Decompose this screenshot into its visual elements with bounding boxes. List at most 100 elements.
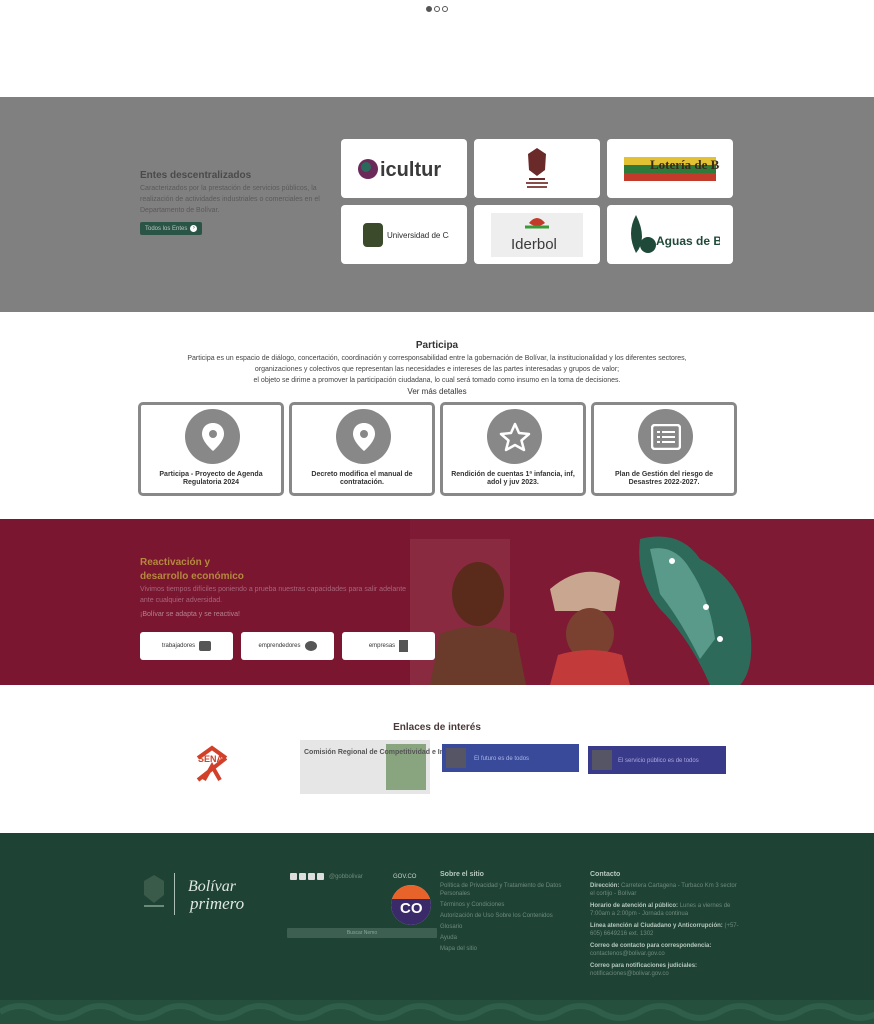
carousel-dot-3[interactable] bbox=[442, 6, 448, 12]
contact-row: Correo para notificaciones judiciales: n… bbox=[590, 962, 740, 978]
contact-row: Línea atención al Ciudadano y Anticorrup… bbox=[590, 922, 740, 938]
contact-label: Dirección: bbox=[590, 883, 620, 889]
reactivacion-title-line-1: Reactivación y bbox=[140, 557, 211, 568]
carousel-dots bbox=[426, 6, 448, 12]
empresas-button[interactable]: empresas bbox=[342, 632, 435, 660]
footer-search[interactable]: Buscar Nemo bbox=[287, 928, 437, 938]
loteria-bolivar-logo[interactable]: Lotería de Bolívar bbox=[607, 139, 733, 198]
iderbol-text: Iderbol bbox=[511, 236, 557, 253]
entes-text: Entes descentralizados Caracterizados po… bbox=[140, 170, 340, 235]
entes-logo-grid: icultur Lotería de Bolívar Universidad d bbox=[341, 139, 733, 264]
carousel-dot-2[interactable] bbox=[434, 6, 440, 12]
reactivacion-slogan: ¡Bolívar se adapta y se reactiva! bbox=[140, 611, 240, 618]
contacto-column: Contacto Dirección: Carretera Cartagena … bbox=[590, 871, 740, 982]
reactivacion-photo bbox=[410, 519, 874, 685]
sitio-link[interactable]: Autorización de Uso Sobre los Contenidos bbox=[440, 912, 580, 920]
entes-title: Entes descentralizados bbox=[140, 170, 252, 181]
building-icon bbox=[399, 640, 409, 652]
participa-card-label: Plan de Gestión del riesgo de Desastres … bbox=[614, 471, 714, 486]
entes-description: Caracterizados por la prestación de serv… bbox=[140, 185, 320, 214]
notificaciones-email[interactable]: notificaciones@bolivar.gov.co bbox=[590, 971, 669, 977]
participa-title: Participa bbox=[415, 340, 459, 351]
star-icon bbox=[487, 409, 542, 464]
all-entes-button[interactable]: Todos los Entes › bbox=[140, 222, 203, 235]
map-pin-icon bbox=[336, 409, 391, 464]
contact-label: Correo para notificaciones judiciales: bbox=[590, 963, 698, 969]
unicartagena-logo[interactable]: Universidad de Cartagena bbox=[341, 205, 467, 264]
footer-pattern bbox=[0, 1000, 874, 1024]
contacto-title: Contacto bbox=[590, 871, 621, 878]
sitio-link[interactable]: Términos y Condiciones bbox=[440, 901, 580, 909]
reactivacion-title: Reactivación y desarrollo económico bbox=[140, 556, 244, 584]
participa-card-label: Decreto modifica el manual de contrataci… bbox=[311, 471, 413, 486]
empresas-label: empresas bbox=[368, 643, 396, 649]
carousel-dot-1[interactable] bbox=[426, 6, 432, 12]
briefcase-icon bbox=[199, 641, 212, 651]
participa-card[interactable]: Participa - Proyecto de Agenda Regulator… bbox=[138, 402, 284, 496]
icultur-logo[interactable]: icultur bbox=[341, 139, 467, 198]
govco-logo[interactable]: CO bbox=[391, 885, 431, 925]
servicio-publico-logo[interactable]: El servicio público es de todos bbox=[588, 746, 726, 774]
emprendedores-label: emprendedores bbox=[258, 643, 301, 649]
reactivacion-description: Vivimos tiempos difíciles poniendo a pru… bbox=[140, 586, 407, 604]
trabajadores-label: trabajadores bbox=[161, 643, 196, 649]
enlaces-section: Enlaces de interés SENA Comisión Regiona… bbox=[0, 685, 874, 833]
escudo-bolivar-logo[interactable] bbox=[474, 139, 600, 198]
sena-text: SENA bbox=[198, 754, 224, 764]
loteria-text: Lotería de Bolívar bbox=[650, 157, 720, 172]
participa-card[interactable]: Plan de Gestión del riesgo de Desastres … bbox=[591, 402, 737, 496]
aguas-bolivar-logo[interactable]: Aguas de Bolívar bbox=[607, 205, 733, 264]
participa-card-label: Rendición de cuentas 1ª infancia, inf, a… bbox=[451, 471, 575, 486]
reactivacion-section: Reactivación y desarrollo económico Vivi… bbox=[0, 519, 874, 685]
facebook-icon[interactable] bbox=[290, 873, 297, 880]
social-handle[interactable]: @gobbolivar bbox=[329, 874, 363, 880]
iderbol-logo[interactable]: Iderbol bbox=[474, 205, 600, 264]
emprendedores-button[interactable]: emprendedores bbox=[241, 632, 334, 660]
enlaces-logos: SENA Comisión Regional de Competitividad… bbox=[196, 740, 726, 794]
futuro-de-todos-logo[interactable]: El futuro es de todos bbox=[442, 744, 579, 772]
participa-desc-line: el objeto se dirime a promover la partic… bbox=[253, 377, 621, 384]
youtube-icon[interactable] bbox=[308, 873, 315, 880]
participa-card[interactable]: Decreto modifica el manual de contrataci… bbox=[289, 402, 435, 496]
participa-description: Participa es un espacio de diálogo, conc… bbox=[150, 353, 724, 386]
list-icon bbox=[638, 409, 693, 464]
logo-text-primero: primero bbox=[189, 894, 244, 913]
sitio-link[interactable]: Ayuda bbox=[440, 934, 580, 942]
participa-cards: Participa - Proyecto de Agenda Regulator… bbox=[138, 402, 737, 496]
sitio-link[interactable]: Mapa del sitio bbox=[440, 945, 580, 953]
instagram-icon[interactable] bbox=[317, 873, 324, 880]
contact-row: Dirección: Carretera Cartagena - Turbaco… bbox=[590, 882, 740, 898]
participa-card[interactable]: Rendición de cuentas 1ª infancia, inf, a… bbox=[440, 402, 586, 496]
participa-more-link[interactable]: Ver más detalles bbox=[0, 387, 874, 396]
twitter-icon[interactable] bbox=[299, 873, 306, 880]
servicio-text: El servicio público es de todos bbox=[618, 758, 699, 764]
participa-desc-line: organizaciones y colectivos que represen… bbox=[254, 366, 620, 373]
participa-desc-line: Participa es un espacio de diálogo, conc… bbox=[187, 355, 687, 362]
footer: Bolívar primero @gobbolivar GOV.CO CO Bu… bbox=[0, 833, 874, 1000]
sitio-link[interactable]: Glosario bbox=[440, 923, 580, 931]
social-links: @gobbolivar bbox=[290, 873, 363, 880]
aguas-text: Aguas de Bolívar bbox=[656, 234, 720, 248]
sitio-link[interactable]: Política de Privacidad y Tratamiento de … bbox=[440, 882, 580, 898]
unicartagena-text: Universidad de Cartagena bbox=[387, 231, 449, 240]
reactivacion-title-line-2: desarrollo económico bbox=[140, 571, 244, 582]
bolivar-primero-logo[interactable]: Bolívar primero bbox=[140, 871, 280, 917]
contact-label: Línea atención al Ciudadano y Anticorrup… bbox=[590, 923, 723, 929]
sena-logo[interactable]: SENA bbox=[196, 745, 228, 782]
logo-text-bolivar: Bolívar bbox=[188, 878, 237, 895]
contact-label: Correo de contacto para correspondencia: bbox=[590, 943, 712, 949]
contact-email[interactable]: contactenos@bolivar.gov.co bbox=[590, 951, 665, 957]
svg-text:CO: CO bbox=[400, 900, 423, 917]
govco-label: GOV.CO bbox=[393, 874, 417, 880]
lightbulb-head-icon bbox=[304, 641, 317, 651]
map-pin-icon bbox=[185, 409, 240, 464]
contact-row: Horario de atención al público: Lunes a … bbox=[590, 902, 740, 918]
sitio-column: Sobre el sitio Política de Privacidad y … bbox=[440, 871, 580, 956]
reactivacion-buttons: trabajadores emprendedores empresas bbox=[140, 632, 435, 660]
trabajadores-button[interactable]: trabajadores bbox=[140, 632, 233, 660]
participa-card-label: Participa - Proyecto de Agenda Regulator… bbox=[159, 471, 263, 486]
futuro-text: El futuro es de todos bbox=[474, 756, 529, 762]
contact-row: Correo de contacto para correspondencia:… bbox=[590, 942, 740, 958]
icultur-text: icultur bbox=[380, 159, 441, 181]
entes-section: Entes descentralizados Caracterizados po… bbox=[0, 97, 874, 312]
